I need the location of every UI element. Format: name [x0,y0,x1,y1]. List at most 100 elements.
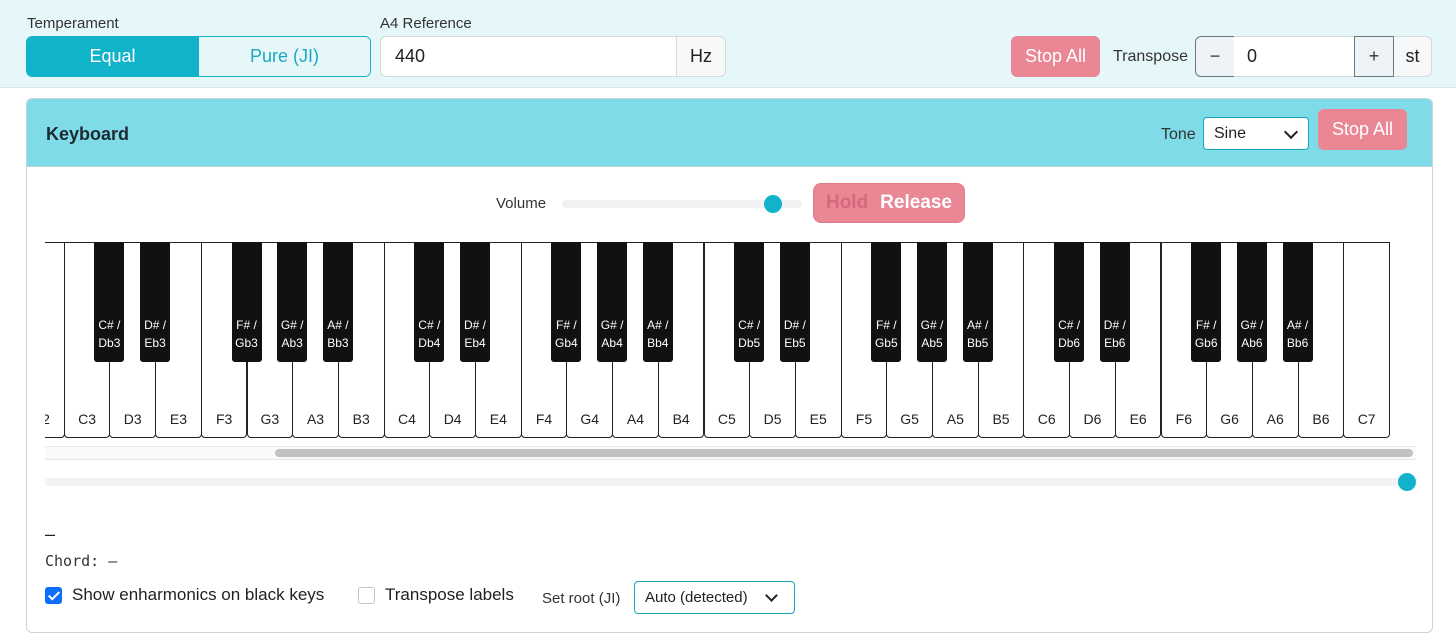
transpose-labels-checkbox[interactable] [358,586,375,604]
chevron-down-icon [1283,124,1299,140]
black-key-sharp: D# / [783,318,806,332]
keyboard-card-header: Keyboard Tone Sine Stop All [27,99,1432,167]
black-key[interactable]: D# / Eb5 [779,242,810,362]
black-key-sharp: D# / [144,318,167,332]
black-key-label: G# / Ab4 [591,316,633,352]
white-key-label: B3 [352,411,370,427]
black-key-label: F# / Gb6 [1185,316,1227,352]
black-key-flat: Db6 [1058,336,1081,350]
volume-slider-thumb[interactable] [764,195,783,213]
black-key-label: C# / Db5 [728,316,770,352]
keyboard-position-slider[interactable] [45,473,1416,491]
black-key[interactable]: A# / Bb3 [322,242,353,362]
black-key[interactable]: G# / Ab4 [597,242,628,362]
black-key-label: D# / Eb6 [1094,316,1136,352]
black-key[interactable]: F# / Gb4 [551,242,582,362]
white-key-label: E5 [809,411,827,427]
black-key-flat: Ab5 [921,336,943,350]
black-key[interactable]: C# / Db5 [734,242,765,362]
white-key-label: A5 [946,411,964,427]
temperament-pure-button[interactable]: Pure (JI) [198,37,370,76]
black-key-label: G# / Ab5 [911,316,953,352]
transpose-decrement-button[interactable]: − [1195,36,1235,77]
white-key-label: C3 [78,411,96,427]
black-key[interactable]: C# / Db6 [1054,242,1085,362]
black-key[interactable]: A# / Bb5 [962,242,993,362]
show-enharmonics-option[interactable]: Show enharmonics on black keys [45,585,324,605]
tone-select-value: Sine [1214,125,1247,142]
release-label: Release [880,192,952,213]
black-key[interactable]: A# / Bb6 [1282,242,1313,362]
keyboard-horizontal-scrollbar[interactable] [45,446,1416,460]
chevron-down-icon [765,589,778,602]
black-key-sharp: A# / [647,318,669,332]
temperament-equal-button[interactable]: Equal [27,37,198,76]
black-key[interactable]: F# / Gb5 [871,242,902,362]
white-key-label: C6 [1037,411,1056,427]
transpose-labels-option[interactable]: Transpose labels [358,585,514,605]
transpose-labels-label: Transpose labels [385,585,514,604]
white-key-label: F6 [1175,411,1193,427]
white-key-label: G5 [900,411,919,427]
white-key-label: F3 [215,411,233,427]
white-key-label: B2 [45,411,64,427]
black-key-label: C# / Db6 [1048,316,1090,352]
position-slider-thumb[interactable] [1398,473,1416,491]
piano-keyboard: B2 C3 D3 E3 F3 G3 A3 B3 C4 D4 E4 F4 G4 A4 B4 C5 D5 E5 F5 G5… [45,242,1416,438]
white-key-label: G3 [260,411,280,427]
black-key[interactable]: D# / Eb6 [1099,242,1130,362]
stop-all-button-top[interactable]: Stop All [1011,36,1100,77]
volume-label: Volume [496,195,547,212]
black-key-sharp: A# / [967,318,989,332]
white-key-label: G4 [580,411,600,427]
keyboard-card: Keyboard Tone Sine Stop All Volume Hold … [26,98,1433,633]
tone-select[interactable]: Sine [1203,117,1309,150]
black-key[interactable]: G# / Ab3 [277,242,308,362]
black-key-flat: Ab6 [1241,336,1263,350]
black-key-flat: Eb3 [144,336,166,350]
black-key-sharp: D# / [463,318,486,332]
black-key[interactable]: F# / Gb6 [1191,242,1222,362]
black-key[interactable]: C# / Db3 [94,242,125,362]
a4-reference-input[interactable]: 440 [380,36,677,77]
black-key-flat: Bb5 [967,336,989,350]
white-key-label: D6 [1083,411,1102,427]
white-key-label: D5 [763,411,782,427]
black-key-sharp: F# / [236,318,257,332]
stop-all-button-keyboard[interactable]: Stop All [1318,109,1407,150]
show-enharmonics-checkbox[interactable] [45,586,62,604]
transpose-input[interactable]: 0 [1234,36,1355,77]
hold-release-button[interactable]: Hold Release [813,183,965,223]
white-key-label: A6 [1266,411,1284,427]
black-key-flat: Bb6 [1286,336,1309,350]
set-root-select[interactable]: Auto (detected) [634,581,795,614]
black-key-label: A# / Bb3 [317,316,359,352]
volume-slider[interactable] [562,195,802,213]
a4-reference-label: A4 Reference [380,15,472,32]
white-key-label: A4 [626,411,644,427]
black-key[interactable]: D# / Eb4 [460,242,490,362]
black-key[interactable]: A# / Bb4 [642,242,673,362]
black-key-label: F# / Gb5 [865,316,907,352]
white-key[interactable]: C7 [1343,242,1390,438]
scrollbar-thumb[interactable] [275,449,1413,457]
black-key-label: C# / Db4 [408,316,450,352]
black-key-label: A# / Bb4 [637,316,679,352]
white-key-label: D4 [443,411,462,427]
black-key[interactable]: G# / Ab6 [1236,242,1267,362]
white-key-label: E3 [169,411,187,427]
white-key-label: F5 [855,411,873,427]
black-key[interactable]: C# / Db4 [414,242,445,362]
black-key[interactable]: F# / Gb3 [231,242,262,362]
white-key[interactable]: B2 [45,242,65,438]
black-key-flat: Ab3 [281,336,303,350]
white-key-label: G6 [1220,411,1239,427]
white-key-label: B6 [1312,411,1330,427]
temperament-label: Temperament [27,15,119,32]
note-display: – [45,524,56,544]
black-key[interactable]: G# / Ab5 [917,242,947,362]
transpose-increment-button[interactable]: + [1354,36,1394,77]
black-key[interactable]: D# / Eb3 [140,242,171,362]
a4-unit-label: Hz [676,36,726,77]
black-key-flat: Db4 [418,336,441,350]
